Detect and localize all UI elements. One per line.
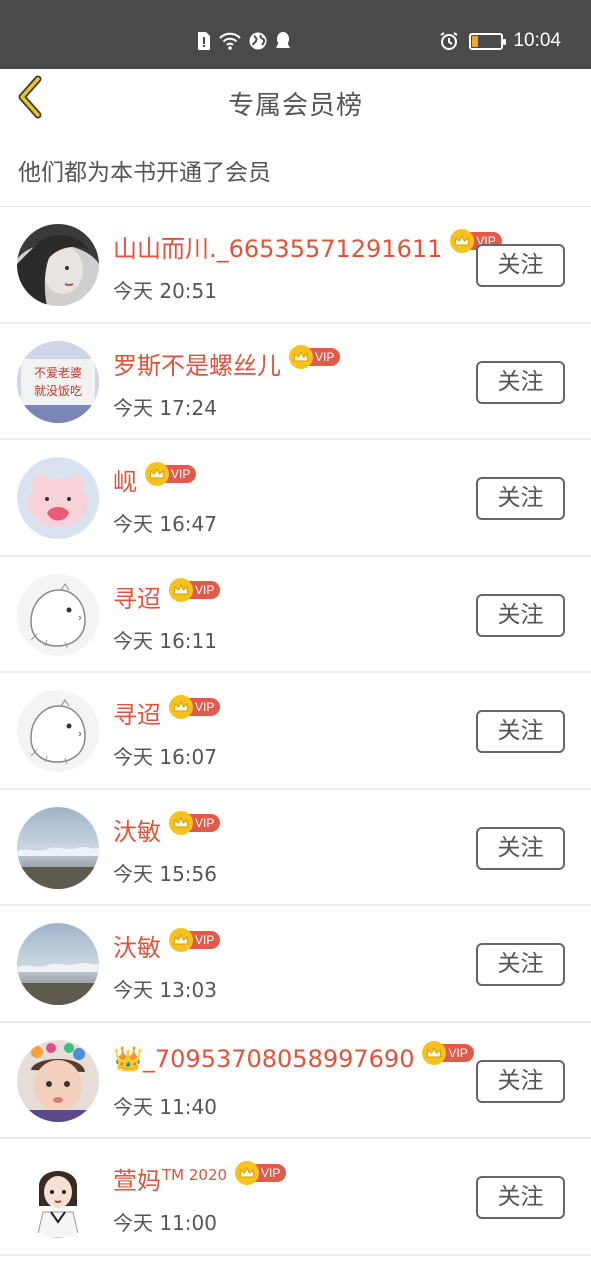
crown-icon [173,933,189,944]
member-name-suffix: TM 2020 [162,1166,228,1184]
follow-button[interactable]: 关注 [476,710,565,753]
svg-text:不爱老婆: 不爱老婆 [34,366,82,380]
crown-icon [173,817,189,828]
member-time: 今天 13:03 [113,978,217,1002]
crown-icon [173,584,189,595]
follow-button[interactable]: 关注 [476,1059,565,1103]
member-time: 今天 20:51 [113,279,217,303]
vip-badge: VIP [169,811,221,835]
member-name-line: 萱妈TM 2020 VIP [113,1160,287,1196]
alarm-icon [440,32,459,50]
crown-icon [239,1166,255,1177]
list-subtitle: 他们都为本书开通了会员 [0,139,591,207]
crown-badge-icon [169,694,193,719]
member-list: 山山而川._66535571291611 VIP 今天 20:51 关注 不爱老… [0,207,591,1256]
member-name-line: 汏敏 VIP [113,927,221,963]
avatar[interactable] [17,1156,99,1238]
member-time: 今天 15:56 [113,861,217,886]
member-name[interactable]: 岘 [113,462,137,497]
status-icons [196,31,292,51]
wifi-icon [219,32,241,50]
sim-alert-icon [198,32,210,50]
follow-button[interactable]: 关注 [476,1176,565,1219]
avatar[interactable] [17,1039,99,1122]
crown-badge-icon [450,228,475,253]
crown-badge-icon [145,461,169,486]
member-name[interactable]: 罗斯不是螺丝儿 [113,346,281,381]
qq-icon [276,32,290,48]
member-time: 今天 11:40 [113,1094,217,1119]
crown-badge-icon [169,578,193,602]
crown-badge-icon [169,927,193,952]
member-name[interactable]: 寻迢 [113,579,161,614]
header: 专属会员榜 [0,69,591,139]
crown-icon [173,700,189,711]
member-row[interactable]: 不爱老婆就没饭吃 罗斯不是螺丝儿 VIP 今天 17:24 关注 [0,324,591,440]
member-name-line: 罗斯不是螺丝儿 VIP [113,345,341,381]
member-time: 今天 16:07 [113,745,217,769]
status-bar: 10:04 [0,0,591,69]
member-row[interactable]: 汏敏 VIP 今天 13:03 关注 [0,906,591,1023]
vip-badge: VIP [235,1160,287,1185]
avatar[interactable]: 不爱老婆 就没饭吃 [17,340,99,423]
vip-badge: VIP [145,461,197,486]
member-name[interactable]: 汏敏 [113,928,161,963]
member-row[interactable]: 寻迢 VIP 今天 16:11 关注 [0,557,591,673]
avatar[interactable] [17,690,99,772]
member-row[interactable]: 寻迢 VIP 今天 16:07 关注 [0,673,591,790]
vip-badge: VIP [169,927,221,952]
vip-badge: VIP [169,694,221,719]
status-time: 10:04 [513,30,561,51]
avatar[interactable] [17,573,99,656]
member-row[interactable]: 汏敏 VIP 今天 15:56 关注 [0,790,591,906]
avatar[interactable] [17,806,99,889]
page-title: 专属会员榜 [227,91,363,121]
member-name-line: 岘 VIP [113,461,197,497]
globe-icon [249,32,267,50]
avatar[interactable] [17,224,99,306]
member-name-line: 寻迢 VIP [113,694,221,730]
member-name-line: 汏敏 VIP [113,811,221,847]
member-name[interactable]: 山山而川._66535571291611 [113,229,442,264]
battery-icon [469,32,507,50]
status-right: 10:04 [439,30,561,52]
crown-icon [426,1046,443,1057]
member-name[interactable]: 寻迢 [113,695,161,730]
crown-badge-icon [169,811,193,835]
follow-button[interactable]: 关注 [476,244,565,287]
member-row[interactable]: 萱妈TM 2020 VIP 今天 11:00 关注 [0,1139,591,1256]
member-row[interactable]: 岘 VIP 今天 16:47 关注 [0,440,591,557]
member-time: 今天 17:24 [113,395,217,420]
member-row[interactable]: 山山而川._66535571291611 VIP 今天 20:51 关注 [0,207,591,324]
crown-badge-icon [235,1160,260,1185]
member-name-line: 👑_70953708058997690 VIP [113,1040,474,1073]
crown-icon [454,234,470,245]
avatar[interactable] [17,923,99,1005]
avatar[interactable] [17,457,99,539]
vip-badge: VIP [169,578,221,602]
crown-badge-icon [289,345,313,369]
member-name[interactable]: 萱妈TM 2020 [113,1161,227,1196]
crown-icon [293,351,309,362]
member-row[interactable]: 👑_70953708058997690 VIP 今天 11:40 关注 [0,1023,591,1139]
crown-badge-icon [422,1040,447,1065]
follow-button[interactable]: 关注 [476,593,565,637]
member-name-line: 寻迢 VIP [113,578,221,614]
follow-button[interactable]: 关注 [476,826,565,870]
vip-badge: VIP [422,1040,474,1065]
vip-badge: VIP [289,345,341,369]
follow-button[interactable]: 关注 [476,943,565,986]
member-time: 今天 16:11 [113,628,217,653]
member-name-line: 山山而川._66535571291611 VIP [113,228,502,264]
member-time: 今天 16:47 [113,512,217,536]
crown-icon [149,467,165,478]
member-time: 今天 11:00 [113,1211,217,1235]
svg-text:就没饭吃: 就没饭吃 [34,383,82,398]
member-name[interactable]: 👑_70953708058997690 [113,1045,414,1073]
member-name[interactable]: 汏敏 [113,812,161,847]
follow-button[interactable]: 关注 [476,477,565,520]
follow-button[interactable]: 关注 [476,360,565,404]
